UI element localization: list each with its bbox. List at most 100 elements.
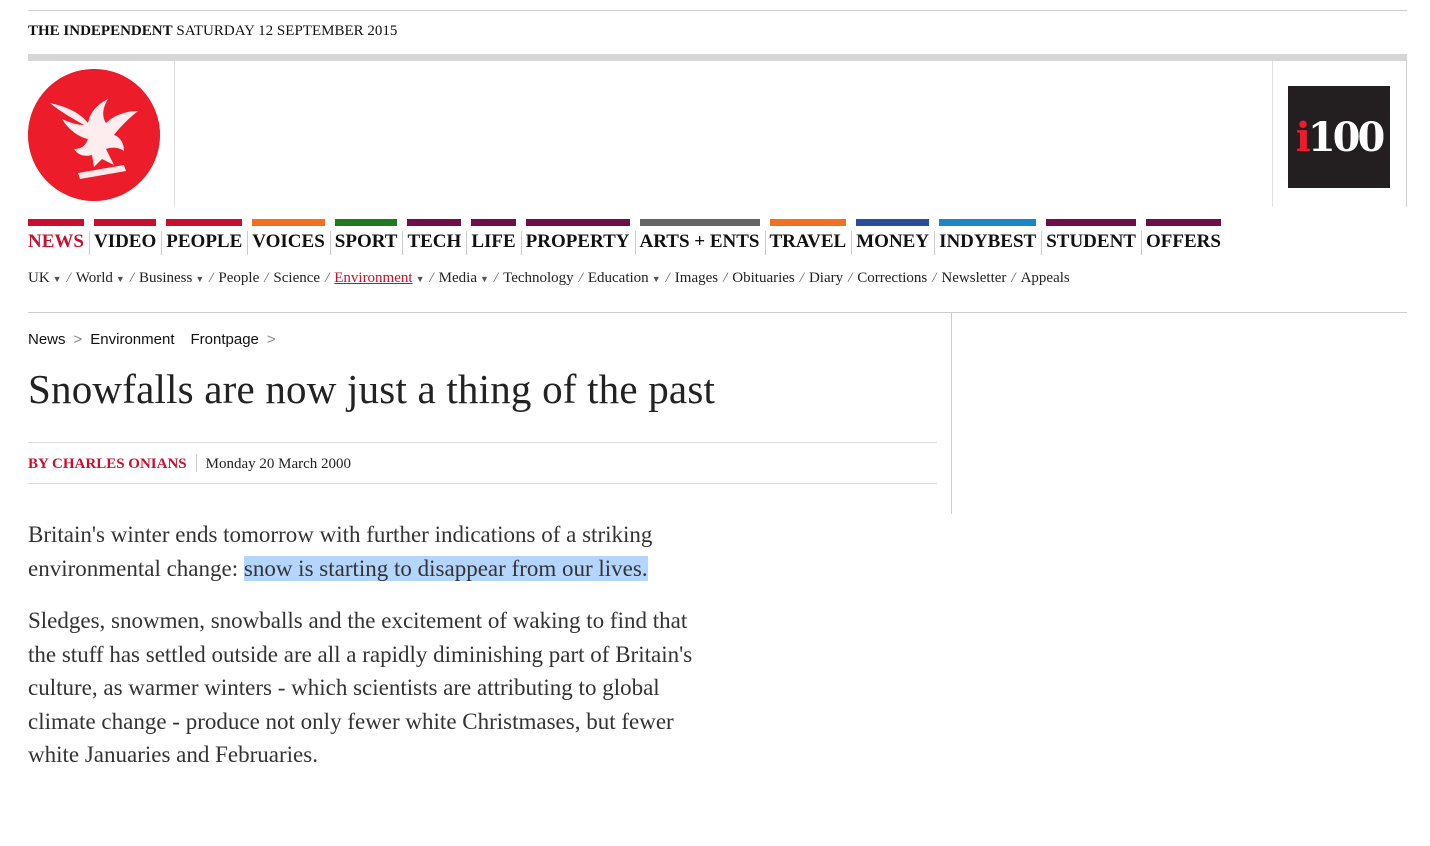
nav-color-bar [93, 219, 157, 226]
nav-item-label: PROPERTY [525, 231, 630, 252]
subnav-item-images[interactable]: Images [675, 270, 718, 286]
nav-item-label: OFFERS [1145, 231, 1221, 252]
nav-color-bar [1145, 219, 1221, 226]
author-link[interactable]: By Charles Onians [28, 456, 187, 472]
nav-item-label: ARTS + ENTS [639, 231, 760, 252]
chevron-down-icon[interactable]: ▼ [652, 274, 661, 284]
subnav-item-technology[interactable]: Technology [503, 270, 574, 286]
nav-color-bar [769, 219, 847, 226]
subnav-item-education[interactable]: Education [588, 270, 649, 286]
chevron-down-icon[interactable]: ▼ [53, 274, 62, 284]
nav-item-travel[interactable]: TRAVEL [769, 219, 853, 257]
chevron-down-icon[interactable]: ▼ [480, 274, 489, 284]
chevron-down-icon[interactable]: ▼ [116, 274, 125, 284]
nav-item-people[interactable]: PEOPLE [166, 219, 249, 257]
top-rule [28, 10, 1407, 11]
breadcrumb: News > Environment Frontpage > [28, 331, 284, 348]
byline: By Charles Onians Monday 20 March 2000 [28, 454, 351, 473]
nav-color-bar [525, 219, 630, 226]
independent-logo[interactable] [28, 69, 160, 201]
subnav-item-obituaries[interactable]: Obituaries [732, 270, 794, 286]
subnav-item-people[interactable]: People [218, 270, 259, 286]
subnav-item-media[interactable]: Media [439, 270, 477, 286]
nav-item-tech[interactable]: TECH [407, 219, 468, 257]
subnav-separator: / [665, 270, 670, 286]
nav-item-property[interactable]: PROPERTY [525, 219, 636, 257]
nav-item-label: STUDENT [1046, 231, 1136, 252]
edition-date: SATURDAY 12 SEPTEMBER 2015 [176, 23, 398, 39]
paragraph: Sledges, snowmen, snowballs and the exci… [28, 608, 693, 767]
nav-item-label: NEWS [28, 231, 84, 252]
nav-color-bar [28, 219, 84, 226]
i100-number: 100 [1307, 113, 1385, 161]
nav-item-offers[interactable]: OFFERS [1145, 219, 1221, 257]
byline-rule-top [28, 442, 937, 443]
breadcrumb-separator: > [73, 331, 83, 348]
nav-item-student[interactable]: STUDENT [1046, 219, 1142, 257]
sidebar-divider [951, 312, 952, 514]
subnav-item-environment[interactable]: Environment [334, 270, 412, 286]
article-body: Britain's winter ends tomorrow with furt… [28, 518, 708, 791]
selected-text[interactable]: snow is starting to disappear from our l… [243, 555, 648, 581]
subnav-separator: / [723, 270, 728, 286]
primary-nav: NEWS VIDEO PEOPLE VOICES SPORT TECH LIFE PROPER… [28, 219, 1231, 257]
nav-item-label: TRAVEL [769, 231, 847, 252]
subnav-separator: / [799, 270, 804, 286]
chevron-down-icon[interactable]: ▼ [195, 274, 204, 284]
i100-prefix: i [1295, 113, 1311, 161]
nav-item-label: PEOPLE [166, 231, 243, 252]
nav-color-bar [939, 219, 1037, 226]
nav-color-bar [166, 219, 243, 226]
nav-item-label: INDYBEST [939, 231, 1037, 252]
eagle-icon [28, 69, 160, 201]
subnav-item-newsletter[interactable]: Newsletter [941, 270, 1006, 286]
subnav-separator: / [264, 270, 269, 286]
subnav-item-business[interactable]: Business [139, 270, 192, 286]
subnav-separator: / [493, 270, 499, 286]
nav-color-bar [1046, 219, 1136, 226]
nav-item-life[interactable]: LIFE [471, 219, 522, 257]
nav-item-money[interactable]: MONEY [856, 219, 936, 257]
nav-item-sport[interactable]: SPORT [334, 219, 404, 257]
dateline: THE INDEPENDENT SATURDAY 12 SEPTEMBER 20… [28, 23, 397, 40]
paragraph: Britain's winter ends tomorrow with furt… [28, 518, 708, 585]
nav-color-bar [252, 219, 325, 226]
nav-item-news[interactable]: NEWS [28, 219, 90, 257]
brand-name: THE INDEPENDENT [28, 23, 173, 39]
subnav-item-uk[interactable]: UK [28, 270, 50, 286]
nav-item-video[interactable]: VIDEO [93, 219, 163, 257]
breadcrumb-frontpage[interactable]: Frontpage [191, 331, 259, 348]
nav-item-label: SPORT [334, 231, 398, 252]
article-headline: Snowfalls are now just a thing of the pa… [28, 366, 716, 412]
content-rule [28, 312, 1407, 313]
nav-item-label: VIDEO [93, 231, 157, 252]
nav-color-bar [471, 219, 516, 226]
subnav-item-diary[interactable]: Diary [809, 270, 843, 286]
nav-item-indybest[interactable]: INDYBEST [939, 219, 1043, 257]
nav-item-arts-ents[interactable]: ARTS + ENTS [639, 219, 766, 257]
masthead-bar [28, 54, 1407, 61]
section-nav: UK ▼ / World ▼ / Business ▼ / People / Science / Envi… [28, 270, 1070, 287]
subnav-item-corrections[interactable]: Corrections [857, 270, 927, 286]
subnav-separator: / [429, 270, 434, 286]
nav-color-bar [407, 219, 462, 226]
subnav-separator: / [1011, 270, 1016, 286]
chevron-down-icon[interactable]: ▼ [416, 274, 425, 284]
nav-item-voices[interactable]: VOICES [252, 219, 331, 257]
subnav-separator: / [129, 270, 134, 286]
subnav-item-appeals[interactable]: Appeals [1021, 270, 1070, 286]
i100-badge[interactable]: i 100 [1288, 86, 1390, 188]
subnav-separator: / [325, 270, 330, 286]
subnav-item-world[interactable]: World [76, 270, 113, 286]
subnav-separator: / [578, 270, 583, 286]
subnav-item-science[interactable]: Science [273, 270, 320, 286]
byline-rule-bottom [28, 483, 937, 484]
subnav-separator: / [932, 270, 937, 286]
breadcrumb-news[interactable]: News [28, 331, 66, 348]
subnav-separator: / [848, 270, 853, 286]
nav-color-bar [334, 219, 398, 226]
subnav-separator: / [209, 270, 214, 286]
nav-color-bar [856, 219, 930, 226]
breadcrumb-environment[interactable]: Environment [90, 331, 174, 348]
nav-item-label: MONEY [856, 231, 930, 252]
